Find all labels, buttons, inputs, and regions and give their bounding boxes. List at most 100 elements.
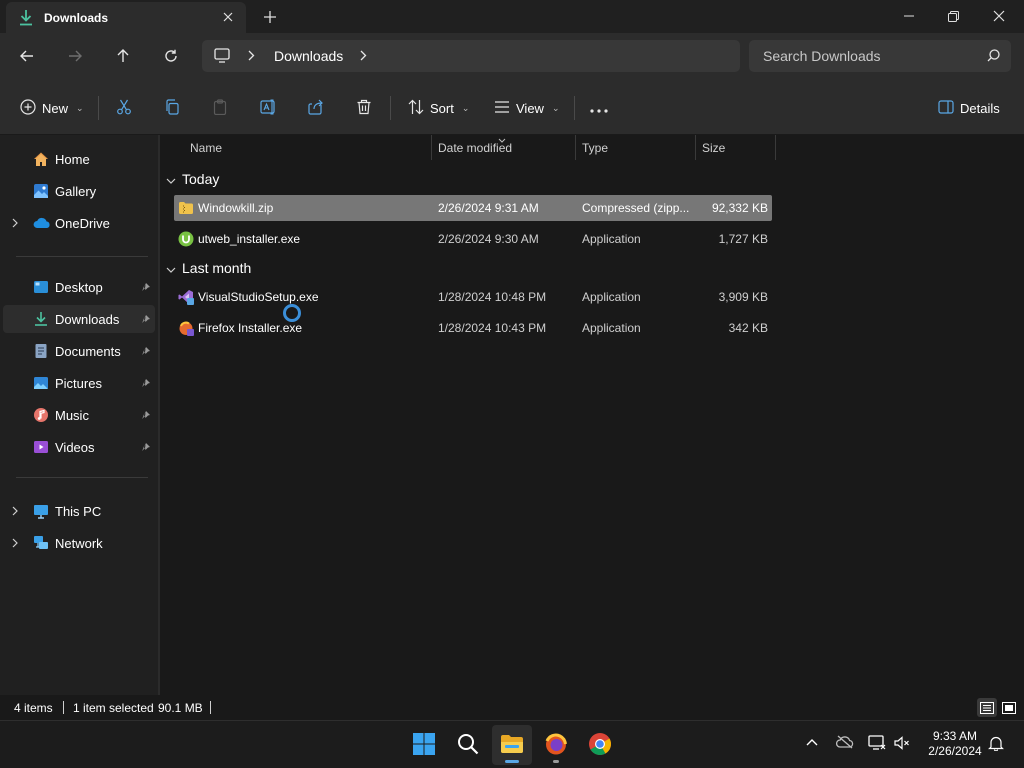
sidebar-item-network[interactable]: Network (3, 529, 155, 557)
navigation-bar: Downloads Search Downloads (0, 33, 1024, 80)
pictures-icon (33, 375, 49, 391)
search-input[interactable]: Search Downloads (749, 40, 1011, 72)
more-options-button[interactable] (590, 94, 608, 122)
chevron-down-icon: ⌄ (76, 102, 84, 113)
share-button[interactable] (308, 94, 324, 122)
pin-icon[interactable] (141, 409, 151, 423)
chevron-right-icon[interactable] (12, 217, 18, 231)
plus-icon[interactable] (258, 6, 282, 28)
network-status-icon[interactable] (868, 735, 886, 754)
minimize-icon[interactable] (886, 0, 932, 32)
column-header-date[interactable]: Date modified (432, 135, 576, 160)
file-row[interactable]: Windowkill.zip 2/26/2024 9:31 AM Compres… (174, 195, 772, 221)
group-label: Today (182, 171, 220, 187)
chevron-right-icon[interactable] (248, 50, 255, 64)
details-view-icon[interactable] (977, 698, 997, 717)
column-header-type[interactable]: Type (576, 135, 696, 160)
close-tab-icon[interactable] (217, 6, 239, 28)
forward-arrow-icon[interactable] (60, 42, 90, 70)
desktop-icon (33, 279, 49, 295)
sidebar-item-documents[interactable]: Documents (3, 337, 155, 365)
taskbar-search-button[interactable] (448, 725, 488, 765)
view-button[interactable]: View ⌄ (494, 94, 560, 122)
sidebar-item-onedrive[interactable]: OneDrive (3, 209, 155, 237)
sidebar-item-this-pc[interactable]: This PC (3, 497, 155, 525)
pin-icon[interactable] (141, 345, 151, 359)
paste-button[interactable] (212, 94, 228, 122)
chevron-right-icon[interactable] (12, 505, 18, 519)
file-type: Application (582, 321, 641, 335)
selection-size: 90.1 MB (158, 701, 203, 715)
taskbar-chrome[interactable] (580, 725, 620, 765)
sidebar-item-videos[interactable]: Videos (3, 433, 155, 461)
view-label: View (516, 100, 544, 116)
file-name: Windowkill.zip (198, 201, 274, 215)
column-type-label: Type (582, 141, 609, 155)
chevron-down-icon (166, 171, 176, 187)
taskbar-file-explorer[interactable] (492, 725, 532, 765)
sidebar-item-label: OneDrive (55, 216, 110, 231)
divider (390, 96, 391, 120)
restore-icon[interactable] (930, 0, 976, 32)
address-bar[interactable]: Downloads (202, 40, 740, 72)
pin-icon[interactable] (141, 281, 151, 295)
file-size: 92,332 KB (711, 201, 768, 215)
onedrive-offline-icon[interactable] (835, 735, 854, 752)
group-header-last-month[interactable]: Last month (166, 257, 251, 279)
sidebar-item-pictures[interactable]: Pictures (3, 369, 155, 397)
column-separator[interactable] (775, 135, 776, 160)
column-header-size[interactable]: Size (696, 135, 776, 160)
breadcrumb-downloads[interactable]: Downloads (274, 48, 343, 64)
notification-bell-icon[interactable] (988, 735, 1004, 754)
back-arrow-icon[interactable] (12, 42, 42, 70)
sidebar-item-music[interactable]: Music (3, 401, 155, 429)
file-name: Firefox Installer.exe (198, 321, 303, 335)
file-type: Application (582, 232, 641, 246)
file-date: 2/26/2024 9:31 AM (438, 201, 539, 215)
pin-icon[interactable] (141, 441, 151, 455)
sidebar-item-gallery[interactable]: Gallery (3, 177, 155, 205)
tab-downloads[interactable]: Downloads (6, 2, 246, 33)
new-button[interactable]: New ⌄ (20, 94, 84, 122)
details-label: Details (960, 100, 1000, 116)
sidebar-item-label: Desktop (55, 280, 103, 295)
file-row[interactable]: Firefox Installer.exe 1/28/2024 10:43 PM… (174, 315, 772, 341)
large-icons-view-icon[interactable] (999, 698, 1019, 717)
taskbar-firefox[interactable] (536, 725, 576, 765)
sidebar-item-desktop[interactable]: Desktop (3, 273, 155, 301)
cut-button[interactable] (116, 94, 132, 122)
close-window-icon[interactable] (976, 0, 1022, 32)
sidebar-item-label: Documents (55, 344, 121, 359)
utorrent-icon (178, 231, 194, 247)
pin-icon[interactable] (141, 377, 151, 391)
details-pane-button[interactable]: Details (938, 94, 1000, 122)
network-icon (33, 535, 49, 551)
search-icon[interactable] (987, 49, 1000, 65)
pin-icon[interactable] (141, 313, 151, 327)
file-row[interactable]: VisualStudioSetup.exe 1/28/2024 10:48 PM… (174, 284, 772, 310)
file-name: VisualStudioSetup.exe (198, 290, 319, 304)
sidebar-item-downloads[interactable]: Downloads (3, 305, 155, 333)
copy-button[interactable] (164, 94, 180, 122)
monitor-icon (214, 48, 230, 66)
start-button[interactable] (404, 725, 444, 765)
delete-button[interactable] (356, 94, 372, 122)
chevron-right-icon[interactable] (12, 537, 18, 551)
sort-button[interactable]: Sort ⌄ (408, 94, 469, 122)
system-clock[interactable]: 9:33 AM 2/26/2024 (918, 729, 992, 759)
file-row[interactable]: utweb_installer.exe 2/26/2024 9:30 AM Ap… (174, 226, 772, 252)
up-arrow-icon[interactable] (108, 42, 138, 70)
rename-button[interactable] (260, 94, 278, 122)
chevron-down-icon (166, 260, 176, 276)
sidebar-item-home[interactable]: Home (3, 145, 155, 173)
title-bar: Downloads (0, 0, 1024, 33)
group-header-today[interactable]: Today (166, 168, 219, 190)
volume-muted-icon[interactable] (894, 735, 910, 754)
sidebar-item-label: Videos (55, 440, 95, 455)
chevron-up-icon[interactable] (806, 735, 818, 749)
column-header-name[interactable]: Name (184, 135, 432, 160)
cloud-icon (33, 215, 50, 231)
refresh-icon[interactable] (156, 42, 186, 70)
rename-icon (260, 98, 278, 118)
chevron-right-icon[interactable] (360, 50, 367, 64)
